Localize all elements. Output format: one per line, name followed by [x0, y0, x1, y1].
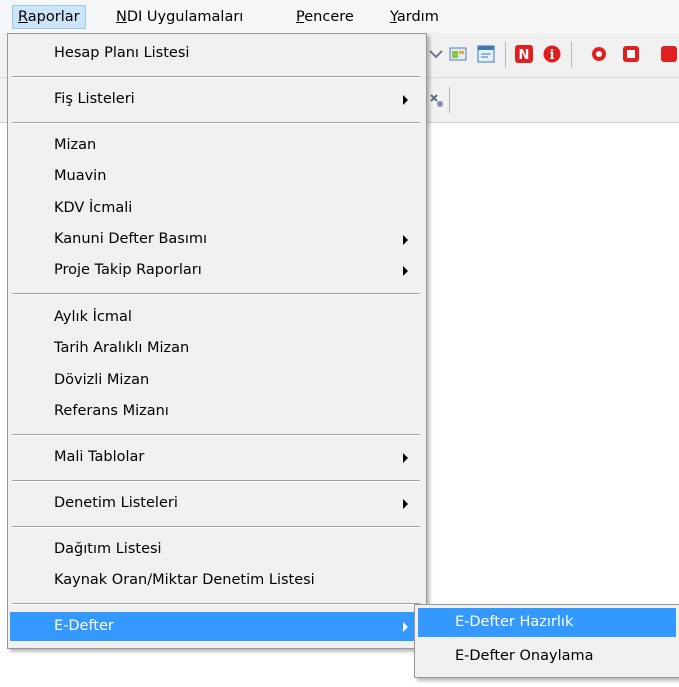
- menu-item-fis-listeleri[interactable]: Fiş Listeleri: [10, 85, 422, 114]
- menu-raporlar[interactable]: Raporlar: [12, 5, 86, 29]
- submenu-item-e-defter-hazirlik[interactable]: E-Defter Hazırlık: [418, 608, 676, 637]
- menu-item-kaynak-oran-miktar-denetim-listesi[interactable]: Kaynak Oran/Miktar Denetim Listesi: [10, 566, 422, 595]
- menu-item-label: Muavin: [54, 168, 107, 184]
- record-icon[interactable]: [590, 45, 608, 63]
- menu-item-label: Dağıtım Listesi: [54, 541, 162, 557]
- menu-ndi-uygulamalari[interactable]: NDI Uygulamaları: [111, 6, 248, 28]
- menu-item-label: Mali Tablolar: [54, 449, 145, 465]
- menu-ndi-label: DI Uygulamaları: [126, 9, 244, 25]
- menu-item-label: Kaynak Oran/Miktar Denetim Listesi: [54, 572, 315, 588]
- menu-item-label: Referans Mizanı: [54, 403, 169, 419]
- menu-item-dovizli-mizan[interactable]: Dövizli Mizan: [10, 366, 422, 395]
- menu-item-label: Denetim Listeleri: [54, 495, 178, 511]
- menu-separator: [12, 122, 420, 124]
- info-icon[interactable]: i: [543, 45, 561, 63]
- menu-item-kanuni-defter-basimi[interactable]: Kanuni Defter Basımı: [10, 225, 422, 254]
- e-defter-submenu: E-Defter Hazırlık E-Defter Onaylama: [414, 604, 679, 678]
- menu-item-label: E-Defter: [54, 618, 114, 634]
- plugin-icon[interactable]: [427, 91, 445, 109]
- menu-item-proje-takip-raporlari[interactable]: Proje Takip Raporları: [10, 256, 422, 285]
- menu-item-label: Mizan: [54, 137, 97, 153]
- menu-item-mali-tablolar[interactable]: Mali Tablolar: [10, 443, 422, 472]
- extra-red-icon[interactable]: [660, 45, 678, 63]
- submenu-arrow-icon: [403, 95, 408, 105]
- menu-yardim-label: ardım: [396, 9, 439, 25]
- menu-yardim[interactable]: Yardım: [385, 6, 444, 28]
- menu-separator: [12, 526, 420, 528]
- menu-item-dagitim-listesi[interactable]: Dağıtım Listesi: [10, 535, 422, 564]
- menu-item-label: Aylık İcmal: [54, 309, 132, 325]
- menu-item-label: KDV İcmali: [54, 200, 133, 216]
- menu-yardim-accel: Y: [390, 9, 397, 25]
- menu-item-e-defter[interactable]: E-Defter: [10, 612, 422, 641]
- menu-item-label: Fiş Listeleri: [54, 91, 135, 107]
- table-image-icon[interactable]: [449, 45, 467, 63]
- submenu-arrow-icon: [403, 499, 408, 509]
- menu-item-referans-mizani[interactable]: Referans Mizanı: [10, 397, 422, 426]
- submenu-item-e-defter-onaylama[interactable]: E-Defter Onaylama: [418, 642, 676, 671]
- menu-pencere[interactable]: Pencere: [291, 6, 359, 28]
- menu-item-kdv-icmali[interactable]: KDV İcmali: [10, 194, 422, 223]
- menu-separator: [12, 293, 420, 295]
- menu-item-label: Hesap Planı Listesi: [54, 45, 190, 61]
- submenu-arrow-icon: [403, 266, 408, 276]
- menu-separator: [12, 76, 420, 78]
- menu-item-label: Proje Takip Raporları: [54, 262, 202, 278]
- menu-item-label: Tarih Aralıklı Mizan: [54, 340, 190, 356]
- menu-pencere-accel: P: [296, 9, 305, 25]
- form-window-icon[interactable]: [477, 45, 495, 63]
- menu-item-tarih-aralikli-mizan[interactable]: Tarih Aralıklı Mizan: [10, 334, 422, 363]
- menu-separator: [12, 603, 420, 605]
- menu-item-label: Kanuni Defter Basımı: [54, 231, 208, 247]
- menu-item-muavin[interactable]: Muavin: [10, 162, 422, 191]
- stop-icon[interactable]: [622, 45, 640, 63]
- menu-separator: [12, 434, 420, 436]
- menu-item-hesap-plani-listesi[interactable]: Hesap Planı Listesi: [10, 39, 422, 68]
- svg-text:i: i: [550, 48, 555, 63]
- raporlar-dropdown: Hesap Planı Listesi Fiş Listeleri Mizan …: [7, 33, 427, 649]
- menu-item-label: Dövizli Mizan: [54, 372, 150, 388]
- svg-text:N: N: [519, 48, 530, 63]
- menu-item-mizan[interactable]: Mizan: [10, 131, 422, 160]
- menu-item-denetim-listeleri[interactable]: Denetim Listeleri: [10, 489, 422, 518]
- submenu-arrow-icon: [403, 453, 408, 463]
- submenu-item-label: E-Defter Hazırlık: [455, 614, 574, 630]
- submenu-item-label: E-Defter Onaylama: [455, 648, 594, 664]
- toolbar-separator: [571, 42, 572, 68]
- toolbar-separator: [449, 87, 450, 113]
- menu-separator: [12, 480, 420, 482]
- menu-pencere-label: encere: [304, 9, 354, 25]
- dropdown-arrow-icon[interactable]: [428, 45, 446, 63]
- n-icon[interactable]: N: [515, 45, 533, 63]
- submenu-arrow-icon: [403, 622, 408, 632]
- menu-raporlar-accel: R: [18, 9, 28, 25]
- submenu-arrow-icon: [403, 235, 408, 245]
- toolbar-separator: [505, 42, 506, 68]
- menu-bar: Raporlar NDI Uygulamaları Pencere Yardım: [0, 0, 679, 34]
- menu-ndi-accel: N: [116, 9, 127, 25]
- menu-raporlar-label: aporlar: [27, 9, 80, 25]
- menu-item-aylik-icmal[interactable]: Aylık İcmal: [10, 303, 422, 332]
